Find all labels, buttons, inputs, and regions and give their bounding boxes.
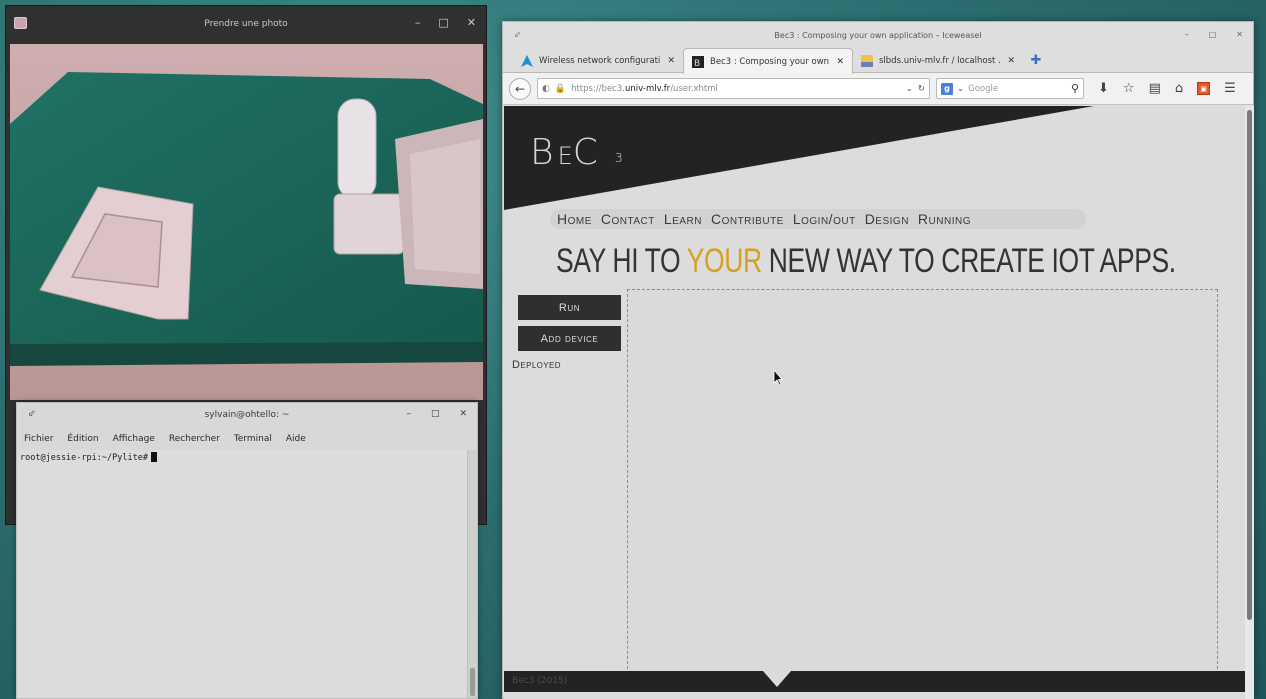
tab-label: Wireless network configurati… — [539, 55, 662, 66]
tab-close-icon[interactable]: ✕ — [667, 56, 675, 66]
chevron-down-icon[interactable]: ⌄ — [906, 84, 913, 94]
camera-photo-image — [10, 44, 483, 400]
tab-label: slbds.univ-mlv.fr / localhost … — [879, 55, 1002, 66]
camera-app-icon — [14, 17, 27, 29]
terminal-prompt: root@jessie-rpi:~/Pylite# — [20, 453, 148, 463]
run-button[interactable]: Run — [518, 295, 621, 320]
terminal-menubar: Fichier Édition Affichage Rechercher Ter… — [17, 429, 477, 449]
url-text[interactable]: https://bec3.univ-mlv.fr/user.xhtml — [571, 84, 901, 94]
logo-letter-e: E — [557, 142, 573, 170]
menu-edition[interactable]: Édition — [67, 434, 98, 444]
maximize-button[interactable]: □ — [438, 16, 448, 29]
reload-icon[interactable]: ↻ — [918, 84, 925, 94]
nav-learn[interactable]: Learn — [664, 211, 702, 227]
page-viewport: BEC 3 Home Contact Learn Contribute Logi… — [504, 106, 1245, 699]
footer-notch — [763, 671, 791, 687]
search-input[interactable]: Google — [968, 84, 1067, 94]
download-icon[interactable]: ⬇ — [1098, 81, 1109, 96]
tab-close-icon[interactable]: ✕ — [1007, 56, 1015, 66]
add-device-button[interactable]: Add device — [518, 326, 621, 351]
design-canvas[interactable] — [627, 289, 1218, 689]
close-button[interactable]: ✕ — [467, 16, 476, 29]
site-nav: Home Contact Learn Contribute Login/out … — [550, 209, 1086, 229]
deployed-label: Deployed — [512, 359, 561, 371]
menu-rechercher[interactable]: Rechercher — [169, 434, 220, 444]
nav-contact[interactable]: Contact — [601, 211, 655, 227]
headline-accent: YOUR — [686, 242, 762, 280]
url-path: /user.xhtml — [670, 83, 718, 94]
tab-close-icon[interactable]: ✕ — [836, 57, 844, 67]
headline-start: SAY HI TO — [556, 242, 687, 280]
bec3-favicon: B — [692, 55, 704, 68]
terminal-window: ⬃ sylvain@ohtello: ~ – □ ✕ Fichier Éditi… — [16, 402, 478, 699]
page-footer: Bec3 (2015) — [504, 671, 1245, 692]
page-headline: SAY HI TO YOUR NEW WAY TO CREATE IOT APP… — [556, 242, 1176, 281]
menu-aide[interactable]: Aide — [286, 434, 306, 444]
browser-window: ⬃ Bec3 : Composing your own application … — [502, 21, 1254, 699]
camera-preview — [10, 44, 483, 400]
minimize-button[interactable]: – — [406, 409, 411, 419]
tab-strip: Wireless network configurati… ✕ B Bec3 :… — [503, 48, 1253, 74]
nav-home[interactable]: Home — [557, 211, 592, 227]
bookmark-star-icon[interactable]: ☆ — [1123, 81, 1135, 96]
plus-icon: ✚ — [1030, 52, 1042, 68]
scrollbar-thumb[interactable] — [1247, 110, 1252, 620]
menu-affichage[interactable]: Affichage — [113, 434, 155, 444]
google-icon[interactable]: g — [941, 82, 953, 95]
mouse-cursor-icon — [773, 370, 783, 386]
pocket-icon[interactable]: ▣ — [1197, 82, 1211, 95]
logo-letter-c: C — [572, 132, 598, 173]
svg-text:B: B — [694, 59, 700, 68]
new-tab-button[interactable]: ✚ — [1023, 48, 1049, 72]
nav-contribute[interactable]: Contribute — [711, 211, 784, 227]
url-domain: univ-mlv.fr — [624, 83, 671, 94]
nav-login[interactable]: Login/out — [793, 211, 856, 227]
close-button[interactable]: ✕ — [459, 409, 467, 419]
logo-letter-b: B — [530, 132, 556, 173]
arch-linux-icon — [521, 54, 533, 67]
minimize-button[interactable]: – — [1185, 30, 1189, 39]
hamburger-menu-icon[interactable]: ☰ — [1224, 81, 1236, 96]
tab-bec3[interactable]: B Bec3 : Composing your own … ✕ — [683, 48, 853, 74]
url-bar[interactable]: ◐ 🔒 https://bec3.univ-mlv.fr/user.xhtml … — [537, 78, 930, 99]
browser-titlebar[interactable]: ⬃ Bec3 : Composing your own application … — [503, 22, 1253, 48]
navigation-toolbar: ← ◐ 🔒 https://bec3.univ-mlv.fr/user.xhtm… — [503, 73, 1253, 105]
close-button[interactable]: ✕ — [1236, 30, 1243, 39]
headline-end: NEW WAY TO CREATE IOT APPS. — [761, 242, 1176, 280]
bec3-logo[interactable]: BEC 3 — [530, 132, 623, 173]
back-button[interactable]: ← — [509, 77, 531, 100]
search-bar[interactable]: g ⌄ Google ⚲ — [936, 78, 1084, 99]
maximize-button[interactable]: □ — [431, 409, 440, 419]
terminal-titlebar[interactable]: ⬃ sylvain@ohtello: ~ – □ ✕ — [17, 403, 477, 429]
maximize-button[interactable]: □ — [1209, 30, 1217, 39]
phpmyadmin-icon — [861, 54, 873, 67]
nav-running[interactable]: Running — [918, 211, 971, 227]
scrollbar-thumb[interactable] — [470, 668, 475, 696]
home-icon[interactable]: ⌂ — [1175, 81, 1183, 96]
reading-list-icon[interactable]: ▤ — [1149, 81, 1161, 96]
menu-terminal[interactable]: Terminal — [234, 434, 272, 444]
footer-copyright: Bec3 (2015) — [512, 676, 568, 686]
photo-titlebar[interactable]: Prendre une photo – □ ✕ — [6, 6, 486, 42]
shield-icon[interactable]: ◐ — [542, 84, 550, 94]
tab-phpmyadmin[interactable]: slbds.univ-mlv.fr / localhost … ✕ — [853, 48, 1023, 73]
arrow-left-icon: ← — [514, 81, 526, 96]
minimize-button[interactable]: – — [415, 16, 421, 29]
tab-wireless[interactable]: Wireless network configurati… ✕ — [513, 48, 683, 73]
url-prefix: https://bec3. — [571, 83, 625, 94]
terminal-scrollbar[interactable] — [467, 450, 477, 698]
menu-fichier[interactable]: Fichier — [24, 434, 53, 444]
chevron-down-icon[interactable]: ⌄ — [957, 84, 964, 94]
tab-label: Bec3 : Composing your own … — [710, 56, 831, 67]
logo-number: 3 — [615, 151, 623, 165]
terminal-output[interactable]: root@jessie-rpi:~/Pylite# — [18, 450, 467, 698]
search-icon[interactable]: ⚲ — [1071, 82, 1079, 95]
browser-scrollbar[interactable] — [1245, 106, 1254, 699]
lock-icon[interactable]: 🔒 — [555, 84, 566, 94]
terminal-cursor — [150, 452, 157, 462]
nav-design[interactable]: Design — [865, 211, 909, 227]
browser-title: Bec3 : Composing your own application – … — [774, 31, 982, 40]
